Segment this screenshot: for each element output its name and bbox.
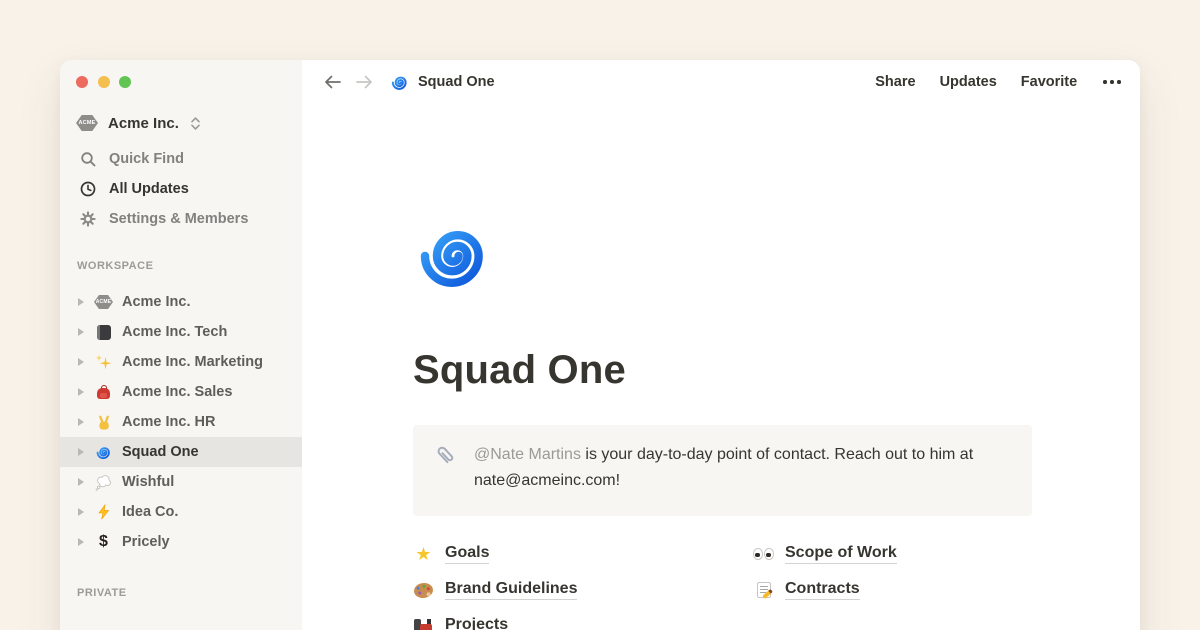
workspace-name: Acme Inc. xyxy=(108,115,179,132)
share-button[interactable]: Share xyxy=(875,74,915,90)
sidebar-item-acme-tech[interactable]: Acme Inc. Tech xyxy=(60,317,302,347)
blue-spiral-icon xyxy=(95,444,112,461)
backpack-icon xyxy=(97,385,110,399)
disclosure-triangle-icon[interactable] xyxy=(78,478,84,486)
paperclip-icon xyxy=(433,442,459,499)
disclosure-triangle-icon[interactable] xyxy=(78,388,84,396)
memo-icon xyxy=(757,582,771,598)
link-contracts[interactable]: Contracts xyxy=(753,572,1093,608)
page-links-grid: ★ Goals Brand Guidelines xyxy=(413,536,1093,630)
dollar-icon: $ xyxy=(99,533,108,551)
forward-arrow-icon[interactable] xyxy=(354,73,374,91)
locomotive-icon xyxy=(414,619,433,630)
sidebar: ACME Acme Inc. Quick Find xyxy=(60,60,302,630)
acme-badge-icon: ACME xyxy=(76,115,98,131)
link-label[interactable]: Goals xyxy=(445,544,489,564)
breadcrumb: Squad One xyxy=(322,73,495,92)
sidebar-item-pricely[interactable]: $ Pricely xyxy=(60,527,302,557)
tree-item-label: Acme Inc. Sales xyxy=(122,384,232,400)
tree-item-label: Pricely xyxy=(122,534,170,550)
minimize-window-icon[interactable] xyxy=(98,76,110,88)
gear-icon xyxy=(80,211,96,227)
sidebar-item-acme-marketing[interactable]: Acme Inc. Marketing xyxy=(60,347,302,377)
all-updates-label: All Updates xyxy=(109,181,189,197)
link-brand-guidelines[interactable]: Brand Guidelines xyxy=(413,572,753,608)
sidebar-item-all-updates[interactable]: All Updates xyxy=(60,174,302,204)
disclosure-triangle-icon[interactable] xyxy=(78,538,84,546)
quick-find-label: Quick Find xyxy=(109,151,184,167)
page-title[interactable]: Squad One xyxy=(413,347,626,393)
workspace-switcher[interactable]: ACME Acme Inc. xyxy=(76,108,286,138)
callout-text: @Nate Martins is your day-to-day point o… xyxy=(474,442,997,499)
disclosure-triangle-icon[interactable] xyxy=(78,358,84,366)
mention-nate-martins[interactable]: @Nate Martins xyxy=(474,446,581,463)
disclosure-triangle-icon[interactable] xyxy=(78,508,84,516)
link-label[interactable]: Projects xyxy=(445,616,508,630)
blue-spiral-icon xyxy=(390,73,409,92)
disclosure-triangle-icon[interactable] xyxy=(78,418,84,426)
notebook-icon xyxy=(97,325,111,340)
sidebar-item-settings-members[interactable]: Settings & Members xyxy=(60,204,302,234)
sidebar-item-squad-one[interactable]: Squad One xyxy=(60,437,302,467)
topbar-actions: Share Updates Favorite xyxy=(875,74,1123,90)
link-goals[interactable]: ★ Goals xyxy=(413,536,753,572)
lightning-icon xyxy=(96,504,112,520)
updates-button[interactable]: Updates xyxy=(940,74,997,90)
acme-badge-icon: ACME xyxy=(94,295,113,309)
settings-members-label: Settings & Members xyxy=(109,211,248,227)
eyes-icon xyxy=(753,548,774,561)
private-section-label: PRIVATE xyxy=(77,587,127,599)
tree-item-label: Acme Inc. Tech xyxy=(122,324,227,340)
search-icon xyxy=(80,151,96,167)
more-ellipsis-icon[interactable] xyxy=(1101,78,1123,86)
tree-item-label: Acme Inc. HR xyxy=(122,414,215,430)
link-projects[interactable]: Projects xyxy=(413,608,753,630)
topbar: Squad One Share Updates Favorite xyxy=(302,60,1140,104)
sidebar-item-acme-sales[interactable]: Acme Inc. Sales xyxy=(60,377,302,407)
palette-icon xyxy=(413,581,434,598)
chevron-up-down-icon xyxy=(189,116,202,131)
notion-window: ACME Acme Inc. Quick Find xyxy=(60,60,1140,630)
sidebar-item-wishful[interactable]: Wishful xyxy=(60,467,302,497)
link-label[interactable]: Contracts xyxy=(785,580,860,600)
breadcrumb-title[interactable]: Squad One xyxy=(418,74,495,90)
window-controls xyxy=(76,76,131,88)
disclosure-triangle-icon[interactable] xyxy=(78,448,84,456)
sidebar-item-acme-inc[interactable]: ACME Acme Inc. xyxy=(60,287,302,317)
screenshot-stage: ACME Acme Inc. Quick Find xyxy=(0,0,1200,630)
victory-hand-icon xyxy=(96,414,112,430)
sidebar-item-quick-find[interactable]: Quick Find xyxy=(60,144,302,174)
disclosure-triangle-icon[interactable] xyxy=(78,328,84,336)
zoom-window-icon[interactable] xyxy=(119,76,131,88)
star-icon: ★ xyxy=(415,545,431,563)
tree-item-label: Idea Co. xyxy=(122,504,178,520)
disclosure-triangle-icon[interactable] xyxy=(78,298,84,306)
tree-item-label: Acme Inc. xyxy=(122,294,191,310)
tree-item-label: Wishful xyxy=(122,474,174,490)
sparkles-icon xyxy=(95,354,112,371)
workspace-section-label: WORKSPACE xyxy=(77,260,153,272)
tree-item-label: Acme Inc. Marketing xyxy=(122,354,263,370)
back-arrow-icon[interactable] xyxy=(322,73,342,91)
tree-item-label: Squad One xyxy=(122,444,199,460)
sidebar-item-idea-co[interactable]: Idea Co. xyxy=(60,497,302,527)
thought-cloud-icon xyxy=(95,474,112,491)
close-window-icon[interactable] xyxy=(76,76,88,88)
favorite-button[interactable]: Favorite xyxy=(1021,74,1077,90)
callout-block[interactable]: @Nate Martins is your day-to-day point o… xyxy=(413,425,1032,516)
link-label[interactable]: Scope of Work xyxy=(785,544,897,564)
clock-icon xyxy=(80,181,96,197)
sidebar-item-acme-hr[interactable]: Acme Inc. HR xyxy=(60,407,302,437)
link-label[interactable]: Brand Guidelines xyxy=(445,580,577,600)
main-content: Squad One Share Updates Favorite Squad O… xyxy=(302,60,1140,630)
page-icon-blue-spiral[interactable] xyxy=(413,216,493,296)
link-scope-of-work[interactable]: Scope of Work xyxy=(753,536,1093,572)
